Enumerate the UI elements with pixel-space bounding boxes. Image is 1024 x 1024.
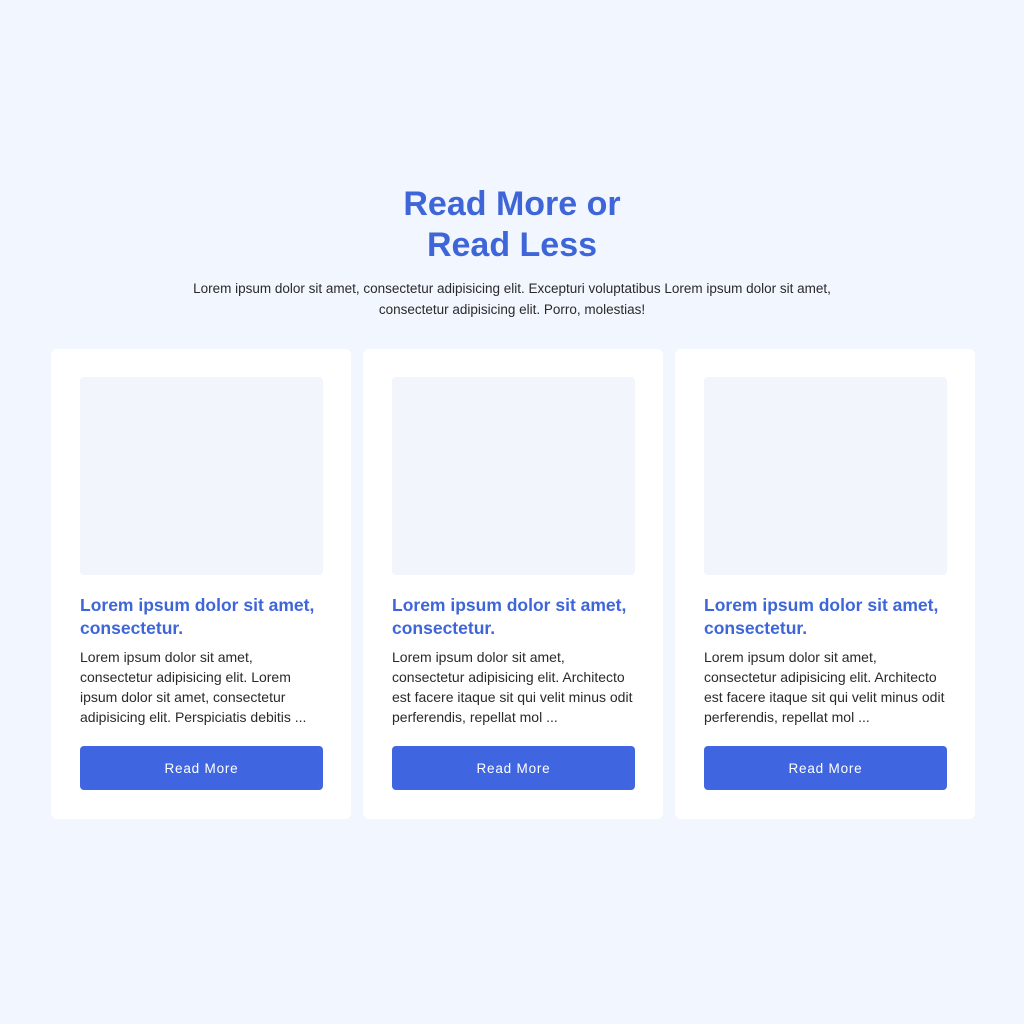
page-title-line-1: Read More or: [403, 185, 621, 223]
card: Lorem ipsum dolor sit amet, consectetur.…: [363, 349, 663, 819]
card-image-placeholder: [392, 377, 635, 575]
card-title: Lorem ipsum dolor sit amet, consectetur.: [80, 595, 315, 638]
read-more-section: Read More or Read Less Lorem ipsum dolor…: [0, 0, 1024, 1024]
page-title: Read More or Read Less: [0, 184, 1024, 266]
intro-text: Lorem ipsum dolor sit amet, consectetur …: [193, 281, 831, 317]
card-title: Lorem ipsum dolor sit amet, consectetur.: [392, 595, 627, 638]
card-image-placeholder: [80, 377, 323, 575]
card-text: Lorem ipsum dolor sit amet, consectetur …: [704, 649, 945, 725]
card: Lorem ipsum dolor sit amet, consectetur.…: [51, 349, 351, 819]
card: Lorem ipsum dolor sit amet, consectetur.…: [675, 349, 975, 819]
card-list: Lorem ipsum dolor sit amet, consectetur.…: [51, 349, 975, 819]
card-image-placeholder: [704, 377, 947, 575]
card-text: Lorem ipsum dolor sit amet, consectetur …: [392, 649, 633, 725]
read-more-button[interactable]: Read More: [392, 746, 635, 790]
page-title-line-2: Read Less: [426, 226, 598, 264]
card-title: Lorem ipsum dolor sit amet, consectetur.: [704, 595, 939, 638]
card-text: Lorem ipsum dolor sit amet, consectetur …: [80, 649, 307, 725]
read-more-button[interactable]: Read More: [704, 746, 947, 790]
read-more-button[interactable]: Read More: [80, 746, 323, 790]
